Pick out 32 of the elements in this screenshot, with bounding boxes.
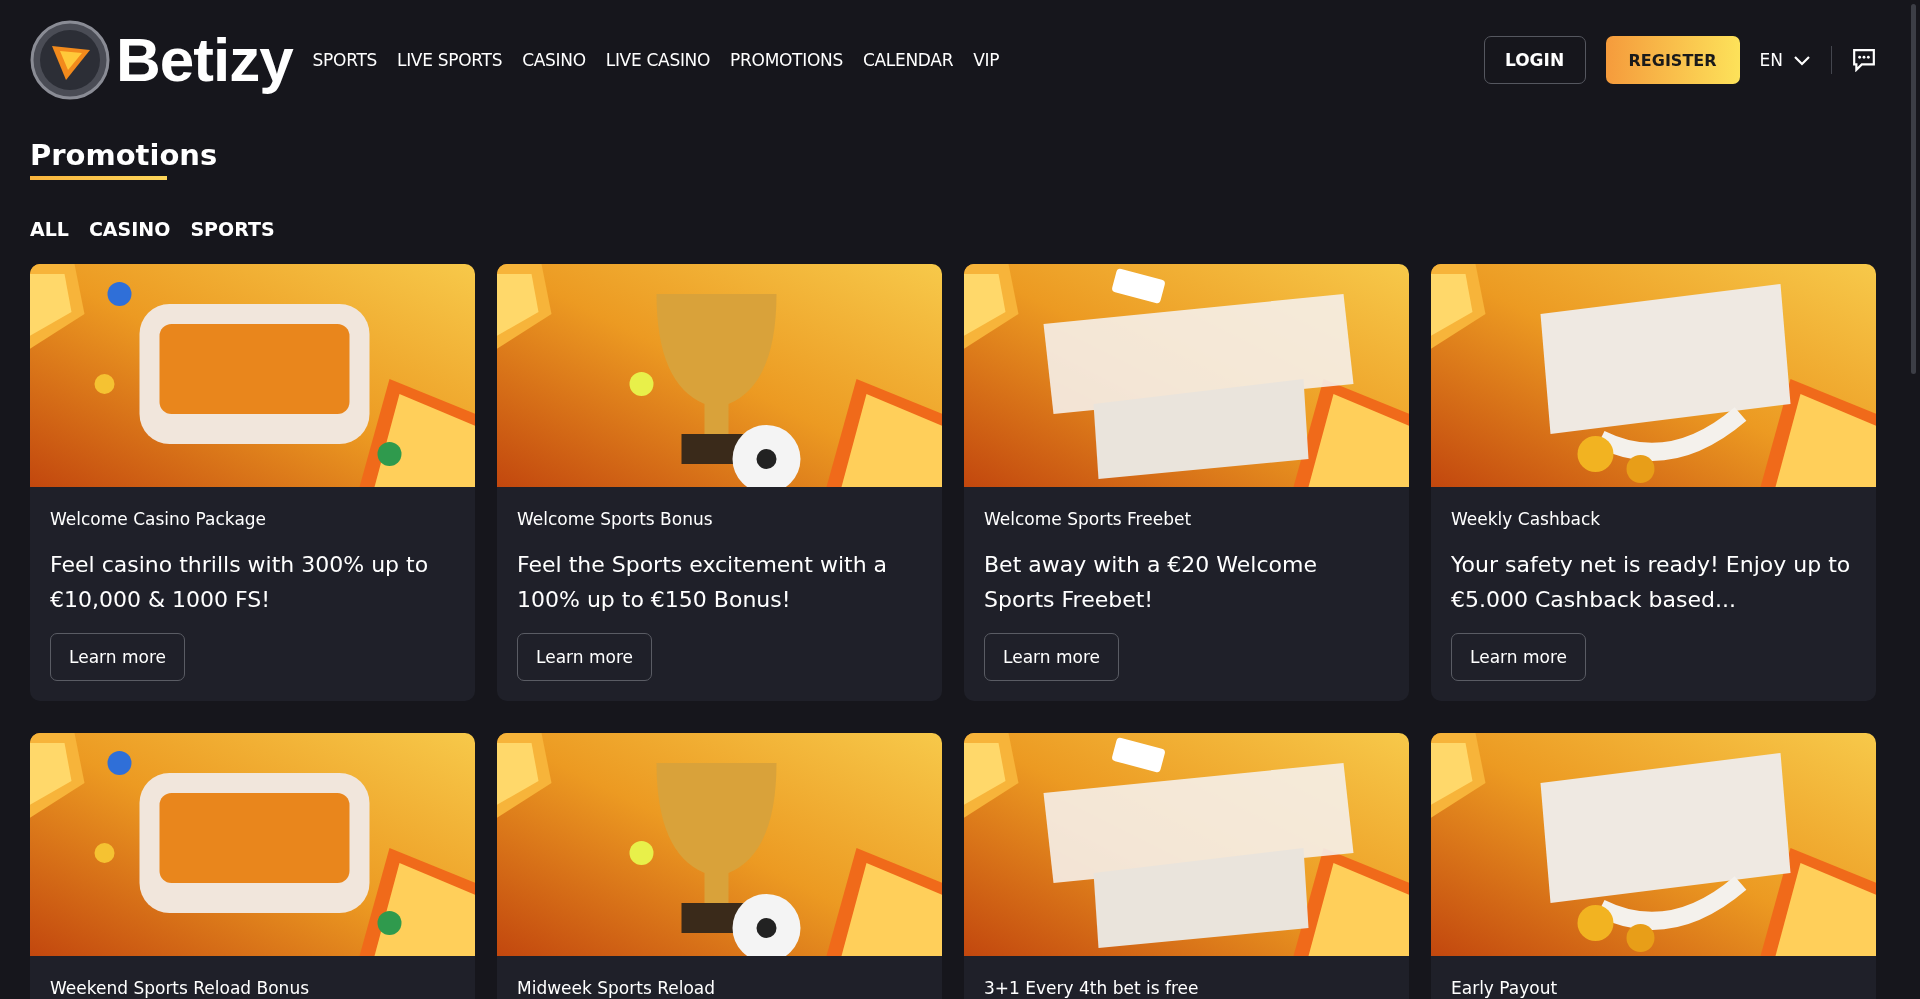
promotion-title: Welcome Casino Package — [50, 509, 268, 529]
filter-tab[interactable]: SPORTS — [190, 218, 275, 240]
login-button[interactable]: LOGIN — [1483, 36, 1586, 84]
promotion-title: Midweek Sports Reload — [517, 978, 716, 998]
promotion-description: Feel the Sports excitement with a 100% up to €150 Bonus! — [517, 551, 889, 614]
promotion-description: Feel casino thrills with 300% up to €10,000 & 1000 FS! — [50, 551, 430, 614]
filter-tab[interactable]: ALL — [30, 218, 69, 240]
nav-link[interactable]: SPORTS — [312, 50, 377, 70]
chevron-icon — [1793, 53, 1811, 67]
promotion-description: Your safety net is ready! Enjoy up to €5.000 Cashback based... — [1451, 551, 1852, 614]
promotion-title: Weekly Cashback — [1451, 509, 1602, 529]
nav-link[interactable]: CASINO — [522, 50, 586, 70]
promotion-description: Bet away with a €20 Welcome Sports Freebet! — [984, 551, 1318, 614]
learn-more-button[interactable]: Learn more — [984, 633, 1119, 681]
nav-link[interactable]: LIVE SPORTS — [397, 50, 503, 70]
logo-icon[interactable] — [30, 20, 110, 100]
learn-more-button[interactable]: Learn more — [50, 633, 185, 681]
promotion-title: Welcome Sports Freebet — [984, 509, 1193, 529]
register-button[interactable]: REGISTER — [1605, 36, 1740, 84]
learn-more-button[interactable]: Learn more — [1451, 633, 1586, 681]
promotion-title: 3+1 Every 4th bet is free — [984, 978, 1200, 998]
language-selector[interactable]: EN — [1759, 50, 1811, 70]
promotion-title: Weekend Sports Reload Bonus — [50, 978, 310, 998]
nav-link[interactable]: VIP — [973, 50, 1000, 70]
learn-more-button[interactable]: Learn more — [517, 633, 652, 681]
nav-link[interactable]: PROMOTIONS — [730, 50, 843, 70]
nav-link[interactable]: LIVE CASINO — [605, 50, 711, 70]
nav-link[interactable]: CALENDAR — [862, 50, 954, 70]
promotion-title: Early Payout — [1451, 978, 1559, 998]
promotion-title: Welcome Sports Bonus — [517, 509, 714, 529]
chat-icon[interactable] — [1852, 48, 1876, 72]
filter-tab[interactable]: CASINO — [88, 218, 171, 240]
